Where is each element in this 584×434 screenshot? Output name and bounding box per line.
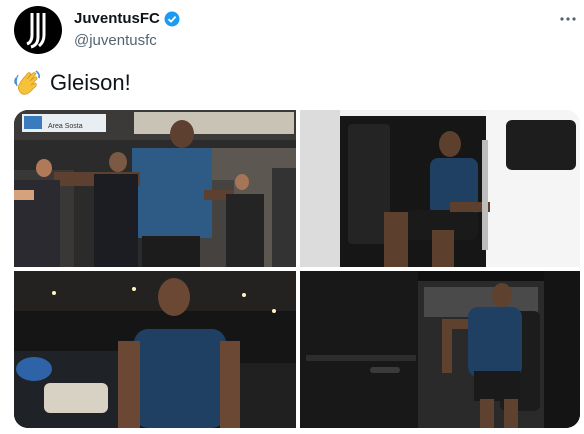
author-handle[interactable]: @juventusfc: [74, 32, 157, 49]
tweet-text: Gleison!: [14, 68, 131, 98]
waving-hand-icon: [14, 70, 40, 95]
night-walk-photo[interactable]: [14, 271, 296, 428]
airport-arrival-photo[interactable]: Area Sosta: [14, 110, 296, 267]
tweet-body-text: Gleison!: [50, 70, 131, 95]
airport-sign-text: Area Sosta: [48, 123, 83, 130]
car-exit-photo[interactable]: [300, 271, 580, 428]
media-grid: Area Sosta: [14, 110, 580, 428]
verified-badge-icon: [164, 11, 180, 26]
car-seat-photo[interactable]: [300, 110, 580, 267]
more-dots-icon[interactable]: [560, 6, 576, 27]
author-name[interactable]: JuventusFC: [74, 10, 160, 27]
avatar[interactable]: [14, 6, 62, 54]
juventus-logo-icon: [26, 13, 46, 49]
